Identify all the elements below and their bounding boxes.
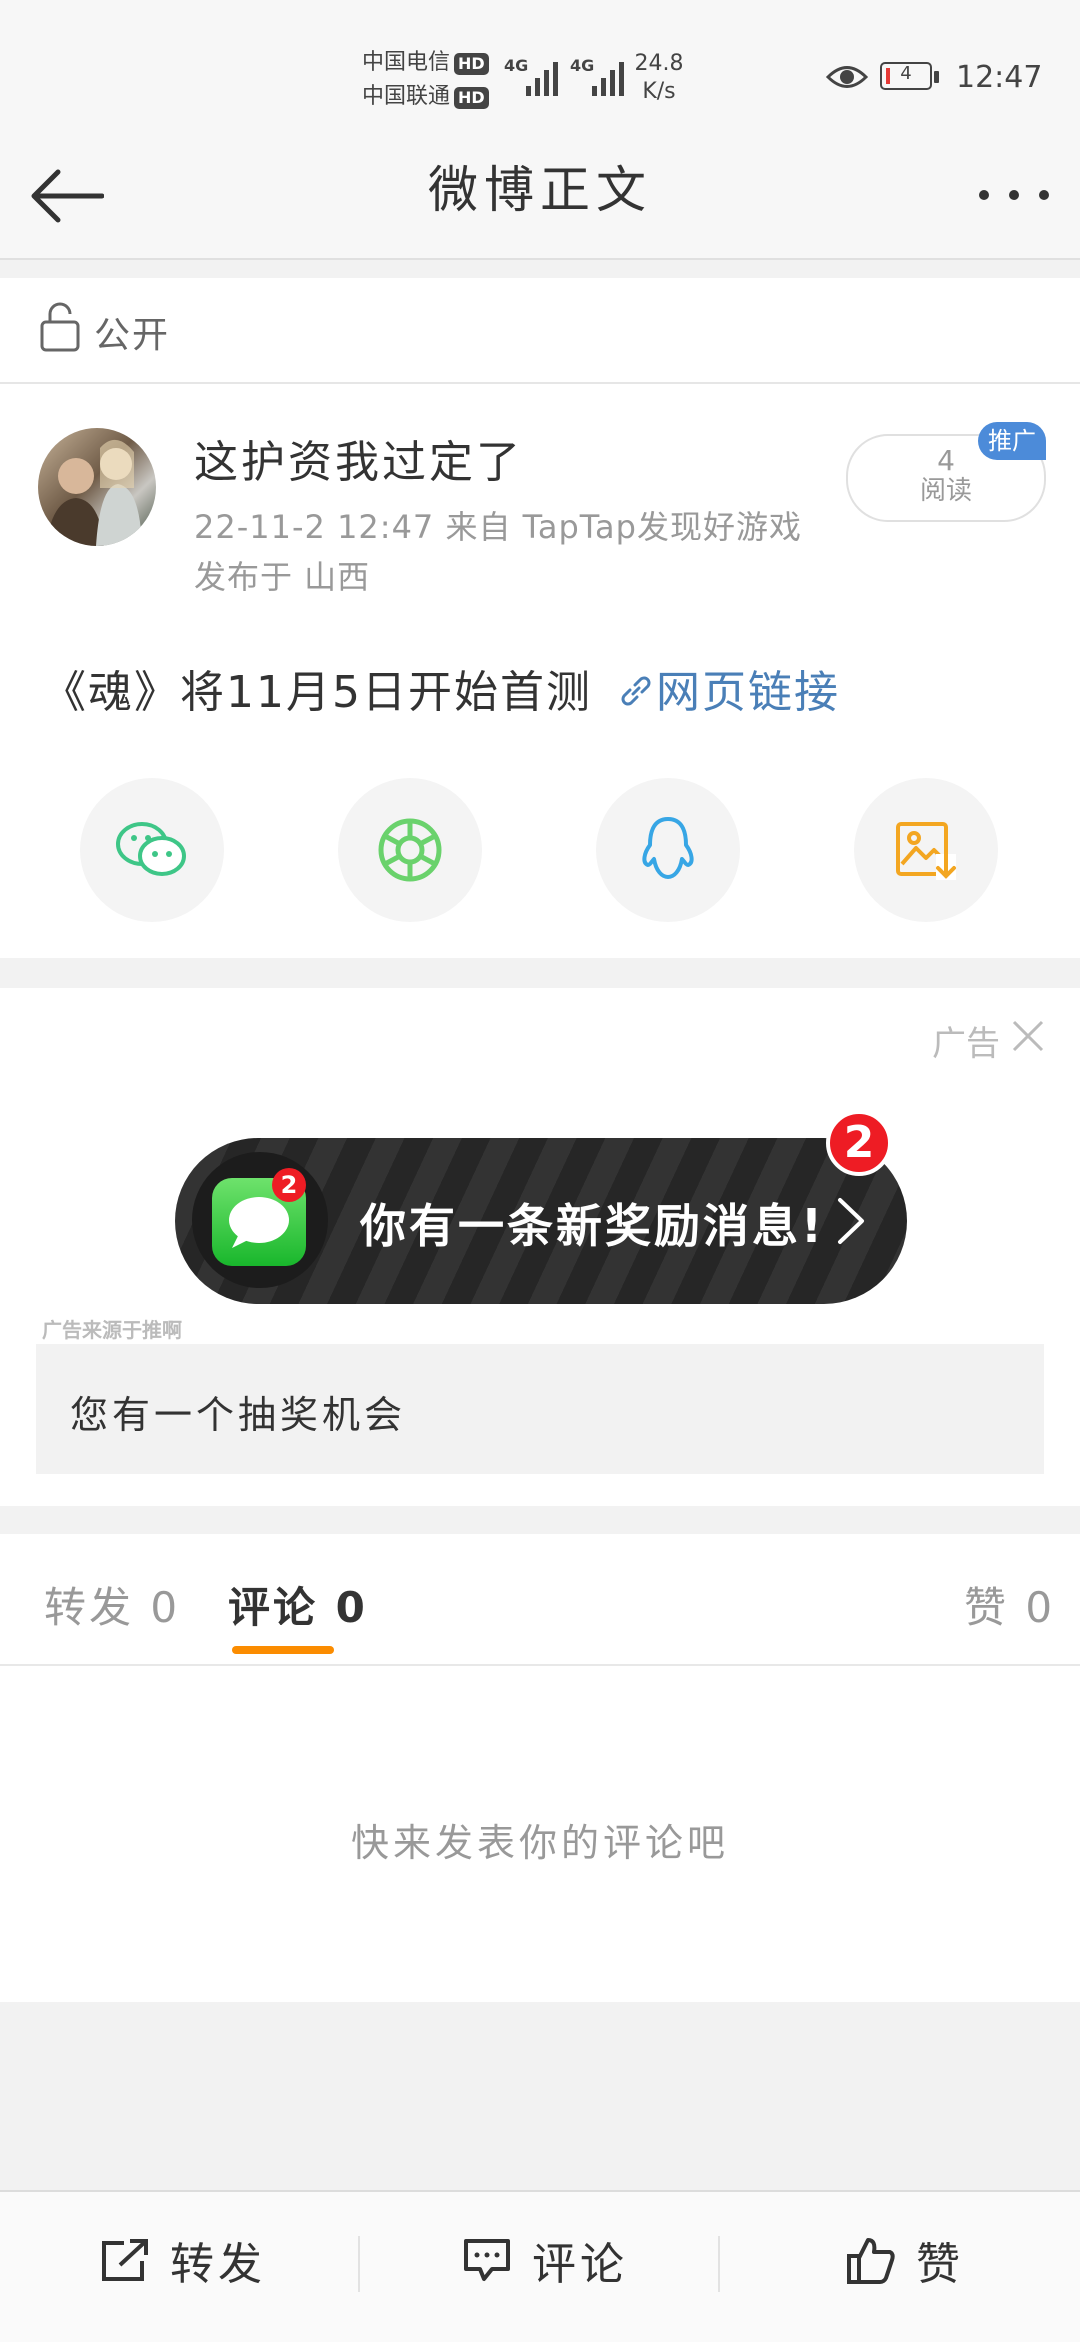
avatar[interactable] (38, 428, 156, 546)
comment-icon (464, 2239, 510, 2281)
more-icon[interactable] (978, 186, 1050, 200)
close-ad-icon[interactable] (1010, 1018, 1046, 1054)
divider (718, 2236, 720, 2292)
hd-badge-1: HD (454, 53, 489, 75)
like-button[interactable]: 赞 (846, 2228, 964, 2292)
post-text: 《魂》将11月5日开始首测 (42, 667, 592, 718)
repost-button[interactable]: 转发 (100, 2228, 266, 2292)
tab-repost[interactable]: 转发 0 (44, 1574, 180, 1635)
web-link-label: 网页链接 (655, 667, 840, 718)
moments-icon (378, 818, 442, 882)
network-speed: 24.8 K/s (634, 50, 684, 106)
web-link[interactable]: 网页链接 (616, 667, 840, 718)
post-body: 《魂》将11月5日开始首测 网页链接 (42, 656, 840, 720)
post-meta: 22-11-2 12:47 来自 TapTap发现好游戏 (194, 508, 802, 546)
promo-tag: 推广 (978, 422, 1046, 460)
tab-active-indicator (232, 1646, 334, 1654)
ad-banner-badge: 2 (826, 1110, 892, 1176)
speed-unit: K/s (642, 79, 676, 104)
divider (358, 2236, 360, 2292)
chevron-right-icon (836, 1196, 866, 1246)
ad-label: 广告 (932, 1024, 1000, 1064)
tab-like[interactable]: 赞 0 (964, 1574, 1055, 1635)
message-icon-badge: 2 (272, 1168, 306, 1202)
visibility-label: 公开 (94, 315, 171, 356)
save-image-icon (896, 822, 956, 880)
hd-badge-2: HD (454, 87, 489, 109)
ad-source: 广告来源于推啊 (42, 1318, 182, 1342)
post-username[interactable]: 这护资我过定了 (194, 426, 523, 490)
carrier-1-label: 中国电信 (362, 50, 451, 75)
share-icon (102, 2239, 148, 2281)
speed-value: 24.8 (634, 51, 684, 76)
eye-icon (825, 62, 869, 92)
unlock-icon (40, 302, 80, 352)
signal-icon-2 (592, 56, 624, 96)
tab-comment[interactable]: 评论 0 (228, 1574, 368, 1635)
comment-label: 评论 (532, 2239, 628, 2290)
share-moments-button[interactable] (338, 778, 482, 922)
carrier-2: 中国联通 HD (362, 80, 489, 114)
ad-description: 您有一个抽奖机会 (70, 1393, 407, 1437)
wechat-icon (116, 822, 186, 876)
link-icon (621, 676, 651, 706)
signal-icon-1 (526, 56, 558, 96)
page-title: 微博正文 (428, 161, 652, 219)
read-label: 阅读 (919, 476, 972, 506)
network-type-1: 4G (504, 56, 529, 75)
battery-level: 4 (900, 63, 912, 84)
carrier-2-label: 中国联通 (362, 84, 451, 109)
post-location: 发布于 山西 (194, 558, 371, 596)
repost-label: 转发 (170, 2239, 266, 2290)
empty-comments-text: 快来发表你的评论吧 (350, 1821, 729, 1865)
ad-banner-text: 你有一条新奖励消息! (360, 1199, 825, 1253)
qq-icon (642, 817, 694, 879)
share-qq-button[interactable] (596, 778, 740, 922)
save-image-button[interactable] (854, 778, 998, 922)
share-wechat-button[interactable] (80, 778, 224, 922)
comment-button[interactable]: 评论 (462, 2228, 628, 2292)
carrier-1: 中国电信 HD (362, 46, 489, 80)
like-label: 赞 (916, 2239, 964, 2290)
clock: 12:47 (956, 60, 1043, 95)
battery-icon: 4 (880, 62, 942, 94)
network-type-2: 4G (570, 56, 595, 75)
thumbs-up-icon (847, 2238, 895, 2284)
